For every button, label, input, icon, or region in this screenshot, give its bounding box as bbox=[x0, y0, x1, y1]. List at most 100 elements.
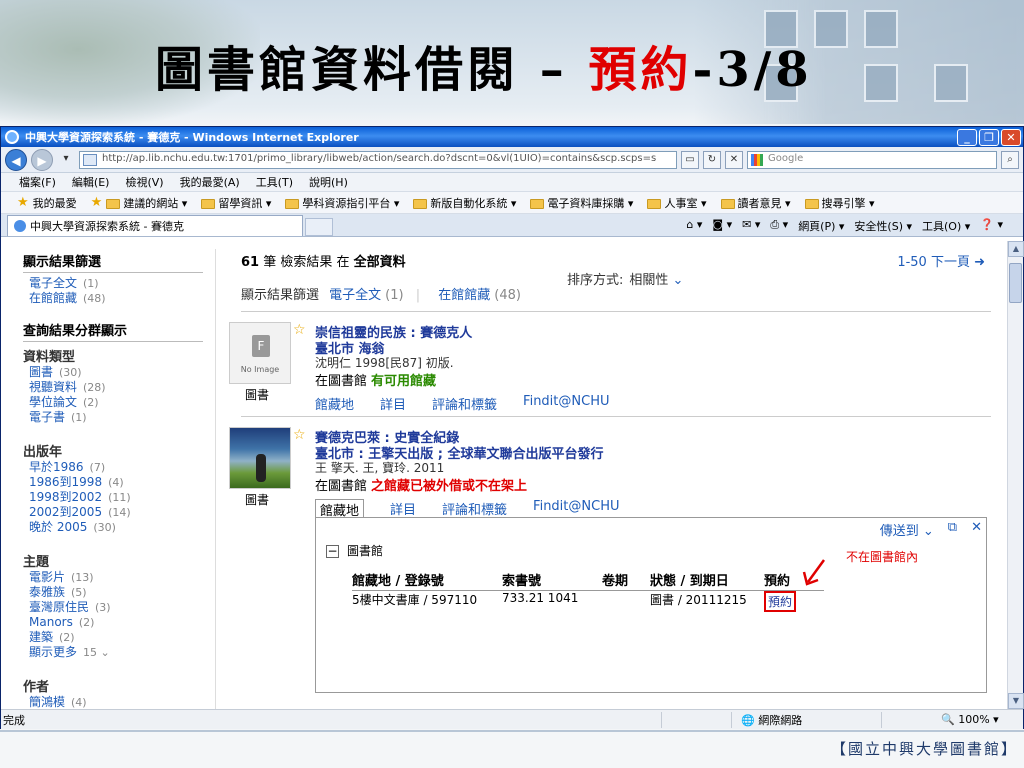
facet-count: (7) bbox=[89, 461, 106, 474]
compat-view-icon[interactable]: ▭ bbox=[681, 150, 699, 169]
maximize-button[interactable]: ❐ bbox=[979, 128, 999, 146]
favorite-link[interactable]: 讀者意見 ▾ bbox=[720, 195, 791, 211]
facet-count: (48) bbox=[83, 292, 106, 305]
tab-reviews[interactable]: 評論和標籤 bbox=[442, 499, 507, 519]
scroll-down-icon[interactable]: ▼ bbox=[1008, 693, 1024, 709]
add-to-eshelf-star-icon[interactable]: ☆ bbox=[293, 427, 306, 443]
search-input[interactable]: Google bbox=[747, 150, 997, 169]
facet-label: 建築 bbox=[29, 630, 54, 644]
scroll-thumb[interactable] bbox=[1009, 263, 1022, 303]
favorite-link[interactable]: 建議的網站 ▾ bbox=[106, 195, 187, 211]
facet-item[interactable]: 晚於 2005 (30) bbox=[23, 520, 203, 535]
history-dropdown-icon[interactable]: ▾ bbox=[57, 151, 75, 169]
facet-count: (1) bbox=[71, 411, 87, 424]
menu-item[interactable]: 編輯(E) bbox=[72, 174, 110, 190]
facet-item[interactable]: 視聽資料 (28) bbox=[23, 380, 203, 395]
send-to-menu[interactable]: 傳送到 ⌄ bbox=[880, 520, 934, 539]
safety-menu[interactable]: 安全性(S) ▾ bbox=[854, 218, 912, 234]
tab-details[interactable]: 詳目 bbox=[390, 499, 416, 519]
favorite-link[interactable]: 人事室 ▾ bbox=[647, 195, 707, 211]
tab-active[interactable]: 中興大學資源探索系統 - 賽德克 bbox=[7, 215, 303, 236]
tools-menu[interactable]: 工具(O) ▾ bbox=[922, 218, 970, 234]
facet-label: 早於1986 bbox=[29, 460, 84, 474]
tab-findit[interactable]: Findit@NCHU bbox=[533, 499, 619, 519]
menu-item[interactable]: 檔案(F) bbox=[19, 174, 56, 190]
menu-item[interactable]: 我的最愛(A) bbox=[180, 174, 240, 190]
tab-reviews[interactable]: 評論和標籤 bbox=[432, 394, 497, 413]
reserve-button[interactable]: 預約 bbox=[764, 591, 797, 612]
popout-icon[interactable]: ⧉ bbox=[948, 520, 957, 539]
favorites-star-icon[interactable]: ★ bbox=[17, 195, 29, 210]
facet-item[interactable]: 1986到1998 (4) bbox=[23, 475, 203, 490]
facet-label: 1998到2002 bbox=[29, 490, 103, 504]
facet-count: (5) bbox=[71, 586, 87, 599]
tab-findit[interactable]: Findit@NCHU bbox=[523, 394, 609, 413]
record-type: 圖書 bbox=[245, 493, 270, 507]
tab-location[interactable]: 館藏地 bbox=[315, 499, 365, 519]
favorite-link[interactable]: 搜尋引擎 ▾ bbox=[804, 195, 875, 211]
facet-item[interactable]: 臺灣原住民 (3) bbox=[23, 600, 203, 615]
vertical-scrollbar[interactable]: ▲ ▼ bbox=[1007, 241, 1024, 709]
filter-link-fulltext[interactable]: 電子全文 bbox=[329, 288, 381, 303]
help-icon[interactable]: ❓ ▾ bbox=[980, 218, 1003, 234]
back-button[interactable]: ◀ bbox=[5, 148, 27, 171]
feeds-icon[interactable]: ◙ ▾ bbox=[712, 218, 732, 234]
facet-item[interactable]: 泰雅族 (5) bbox=[23, 585, 203, 600]
favorite-link[interactable]: 電子資料庫採購 ▾ bbox=[530, 195, 633, 211]
stop-icon[interactable]: ✕ bbox=[725, 150, 743, 169]
facet-item[interactable]: 在館館藏 (48) bbox=[23, 291, 203, 306]
facet-item[interactable]: 電子書 (1) bbox=[23, 410, 203, 425]
facet-item[interactable]: Manors (2) bbox=[23, 615, 203, 630]
sort-control[interactable]: 排序方式: 相關性 ⌄ bbox=[567, 269, 683, 288]
facet-count: (2) bbox=[59, 631, 75, 644]
facet-group-title: 出版年 bbox=[23, 445, 63, 460]
home-icon[interactable]: ⌂ ▾ bbox=[686, 218, 702, 234]
menu-item[interactable]: 說明(H) bbox=[309, 174, 348, 190]
not-in-library-annotation: 不在圖書館內 bbox=[846, 550, 919, 564]
facet-item[interactable]: 2002到2005 (14) bbox=[23, 505, 203, 520]
favorites-button[interactable]: 我的最愛 bbox=[33, 195, 77, 211]
collapse-icon[interactable]: − bbox=[326, 545, 339, 558]
facet-group-title: 主題 bbox=[23, 555, 50, 570]
holdings-table: 館藏地 / 登錄號 索書號 卷期 狀態 / 到期日 預約 5樓中文書庫 / 59… bbox=[352, 570, 824, 612]
close-button[interactable]: ✕ bbox=[1001, 128, 1021, 146]
url-input[interactable]: http://ap.lib.nchu.edu.tw:1701/primo_lib… bbox=[79, 150, 677, 169]
print-icon[interactable]: ⎙ ▾ bbox=[770, 218, 788, 234]
facet-count: (28) bbox=[83, 381, 106, 394]
facet-item[interactable]: 1998到2002 (11) bbox=[23, 490, 203, 505]
menu-item[interactable]: 工具(T) bbox=[256, 174, 293, 190]
facet-item[interactable]: 圖書 (30) bbox=[23, 365, 203, 380]
facet-item[interactable]: 建築 (2) bbox=[23, 630, 203, 645]
filter-link-available[interactable]: 在館館藏 bbox=[438, 288, 490, 303]
facet-count: (2) bbox=[78, 616, 95, 629]
tab-location[interactable]: 館藏地 bbox=[315, 394, 354, 413]
facet-item[interactable]: 電影片 (13) bbox=[23, 570, 203, 585]
refresh-icon[interactable]: ↻ bbox=[703, 150, 721, 169]
close-panel-icon[interactable]: ✕ bbox=[971, 520, 982, 539]
add-favorite-icon[interactable]: ★ bbox=[91, 195, 103, 210]
favorite-link[interactable]: 留學資訊 ▾ bbox=[201, 195, 271, 211]
page-menu[interactable]: 網頁(P) ▾ bbox=[798, 218, 844, 234]
next-page-link[interactable]: 1-50 下一頁 ➜ bbox=[897, 251, 985, 270]
new-tab-button[interactable] bbox=[305, 218, 333, 236]
facet-item[interactable]: 簡鴻模 (4) bbox=[23, 695, 203, 709]
facet-item[interactable]: 顯示更多 15 ⌄ bbox=[23, 645, 203, 660]
favorite-link[interactable]: 學科資源指引平台 ▾ bbox=[285, 195, 399, 211]
sort-dropdown-icon[interactable]: ⌄ bbox=[673, 273, 684, 288]
scroll-up-icon[interactable]: ▲ bbox=[1008, 241, 1024, 257]
add-to-eshelf-star-icon[interactable]: ☆ bbox=[293, 322, 306, 338]
facet-item[interactable]: 早於1986 (7) bbox=[23, 460, 203, 475]
mail-icon[interactable]: ✉ ▾ bbox=[742, 218, 760, 234]
menu-item[interactable]: 檢視(V) bbox=[125, 174, 163, 190]
slide-footer: 【國立中興大學圖書館】 bbox=[830, 740, 1018, 758]
tab-details[interactable]: 詳目 bbox=[380, 394, 406, 413]
forward-button[interactable]: ▶ bbox=[31, 148, 53, 171]
library-group[interactable]: − 圖書館 bbox=[326, 542, 383, 559]
zoom-level[interactable]: 🔍 100% ▾ bbox=[941, 713, 999, 726]
search-icon[interactable]: ⌕ bbox=[1001, 150, 1019, 169]
favorite-link[interactable]: 新版自動化系統 ▾ bbox=[413, 195, 516, 211]
holdings-row: 5樓中文書庫 / 597110 733.21 1041 圖書 / 2011121… bbox=[352, 591, 824, 612]
facet-item[interactable]: 電子全文 (1) bbox=[23, 276, 203, 291]
facet-item[interactable]: 學位論文 (2) bbox=[23, 395, 203, 410]
minimize-button[interactable]: _ bbox=[957, 128, 977, 146]
